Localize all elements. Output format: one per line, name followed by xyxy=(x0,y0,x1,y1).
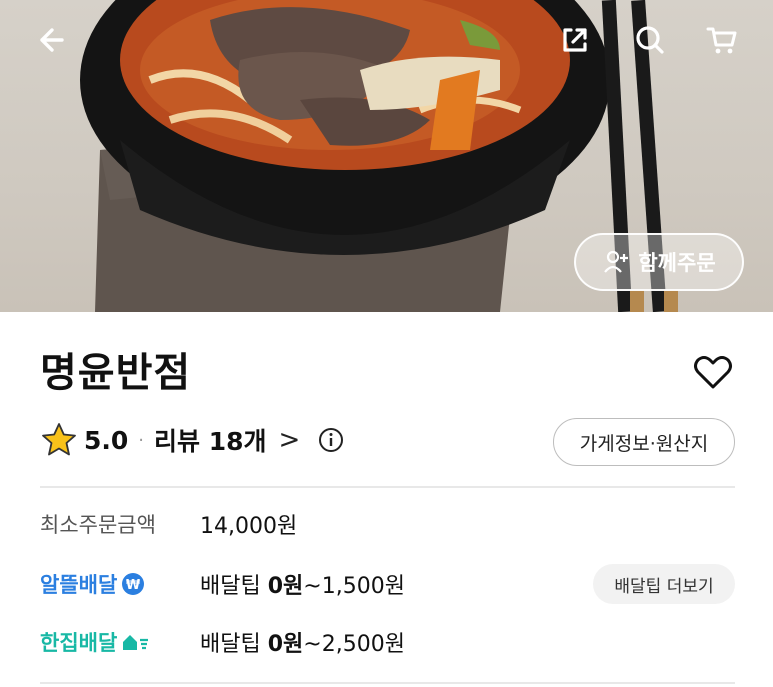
share-button[interactable] xyxy=(553,18,597,62)
heart-icon xyxy=(694,356,732,389)
star-icon xyxy=(42,423,76,456)
search-icon xyxy=(636,26,664,54)
info-icon[interactable] xyxy=(318,427,344,453)
alttle-tip-range: ~1,500원 xyxy=(303,574,405,599)
chevron-right-icon[interactable]: > xyxy=(279,425,301,455)
min-order-label: 최소주문금액 xyxy=(40,513,156,537)
divider xyxy=(40,682,735,684)
divider xyxy=(40,486,735,488)
min-order-row: 최소주문금액 14,000원 xyxy=(40,506,297,542)
store-hero-photo: 함께주문 xyxy=(0,0,773,312)
cart-button[interactable] xyxy=(700,18,744,62)
alttle-delivery-row: 알뜰배달 ₩ 배달팁 0원~1,500원 xyxy=(40,566,405,602)
fast-house-icon xyxy=(123,635,149,650)
search-button[interactable] xyxy=(628,18,672,62)
group-order-button[interactable]: 함께주문 xyxy=(574,233,744,291)
min-order-value: 14,000원 xyxy=(200,514,298,539)
add-person-icon xyxy=(604,250,629,273)
review-count-link[interactable]: 리뷰 18개 xyxy=(154,422,267,458)
store-info-origin-button[interactable]: 가게정보·원산지 xyxy=(553,418,735,466)
hanjip-tip-range: ~2,500원 xyxy=(303,632,405,657)
svg-text:₩: ₩ xyxy=(126,578,141,593)
hanjip-delivery-row: 한집배달 배달팁 0원~2,500원 xyxy=(40,624,405,660)
favorite-button[interactable] xyxy=(692,352,734,394)
alttle-delivery-tip: 배달팁 0원~1,500원 xyxy=(200,568,405,600)
more-delivery-tip-button[interactable]: 배달팁 더보기 xyxy=(593,564,735,604)
store-name: 명윤반점 xyxy=(40,350,192,396)
back-button[interactable] xyxy=(28,18,72,62)
alttle-tip-prefix: 배달팁 xyxy=(200,574,268,599)
alttle-delivery-text: 알뜰배달 xyxy=(40,573,118,597)
alttle-delivery-label: 알뜰배달 ₩ xyxy=(40,569,200,599)
rating-score: 5.0 xyxy=(84,425,129,455)
top-app-bar xyxy=(0,0,773,80)
rating-row: 5.0 · 리뷰 18개 > xyxy=(40,420,344,460)
arrow-left-icon xyxy=(40,28,64,52)
won-coin-icon: ₩ xyxy=(122,573,145,595)
group-order-label: 함께주문 xyxy=(638,251,716,275)
hanjip-delivery-label: 한집배달 xyxy=(40,627,200,657)
hanjip-delivery-text: 한집배달 xyxy=(40,631,118,655)
hanjip-tip-prefix: 배달팁 xyxy=(200,632,268,657)
hanjip-delivery-tip: 배달팁 0원~2,500원 xyxy=(200,626,405,658)
share-icon xyxy=(563,28,587,52)
alttle-tip-min: 0원 xyxy=(267,574,304,599)
hanjip-tip-min: 0원 xyxy=(267,632,304,657)
cart-icon xyxy=(706,27,737,54)
separator-dot: · xyxy=(138,429,145,451)
